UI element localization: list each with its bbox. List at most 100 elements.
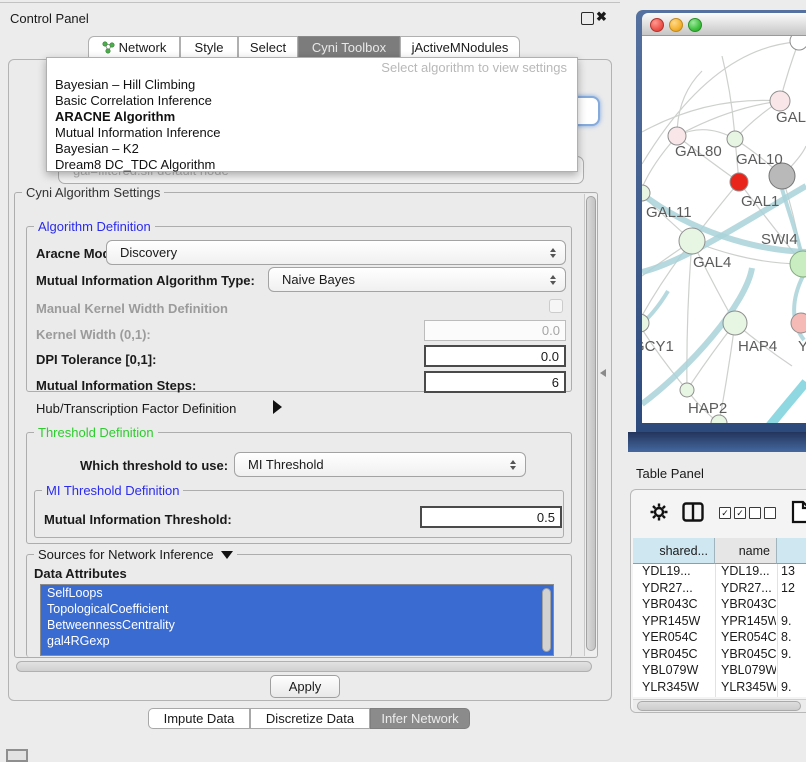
mi-type-label: Mutual Information Algorithm Type:	[36, 273, 255, 288]
tab-select[interactable]: Select	[238, 36, 298, 59]
column-header-label: shared...	[659, 544, 708, 558]
minimize-window-icon[interactable]	[669, 18, 683, 32]
tab-network[interactable]: Network	[88, 36, 180, 59]
tab-impute-data[interactable]: Impute Data	[148, 708, 250, 729]
tab-discretize-data[interactable]: Discretize Data	[250, 708, 370, 729]
attribute-item[interactable]: BetweennessCentrality	[41, 617, 553, 633]
dropdown-item[interactable]: Basic Correlation Inference	[47, 93, 577, 109]
node-hap2[interactable]	[680, 383, 694, 397]
expand-right-icon[interactable]	[273, 400, 282, 414]
dropdown-placeholder: Select algorithm to view settings	[47, 58, 577, 77]
node-hap4[interactable]	[723, 311, 747, 335]
docked-panel-icon[interactable]	[6, 749, 28, 762]
column-header-name[interactable]: name	[715, 538, 777, 564]
table-row[interactable]: YDL19... YDL19... 13	[633, 564, 806, 581]
node-salmon[interactable]	[791, 313, 806, 333]
node-right-green[interactable]	[790, 251, 806, 277]
mi-type-combobox[interactable]: Naive Bayes	[268, 267, 566, 292]
svg-text:GAL11: GAL11	[646, 204, 692, 221]
close-panel-icon[interactable]: ✖	[596, 9, 607, 25]
dropdown-item[interactable]: Bayesian – K2	[47, 141, 577, 157]
tab-label: Cyni Toolbox	[312, 40, 386, 55]
network-edge-bright	[768, 382, 806, 423]
table-row[interactable]: YER054C YER054C 8.	[633, 630, 806, 647]
select-all-checkboxes-icon[interactable]: ✓✓	[719, 507, 746, 519]
tab-label: Discretize Data	[266, 711, 354, 726]
node-gal-topright[interactable]	[770, 91, 790, 111]
table-hscrollbar[interactable]	[633, 699, 806, 712]
new-sheet-icon[interactable]	[791, 500, 806, 529]
manual-kernel-checkbox[interactable]	[549, 299, 563, 313]
sources-group-title[interactable]: Sources for Network Inference	[34, 547, 237, 562]
table-row[interactable]: YBR045C YBR045C 9.	[633, 647, 806, 664]
settings-scrollbar[interactable]	[584, 194, 597, 656]
network-window-titlebar[interactable]	[642, 13, 806, 36]
mi-steps-input[interactable]: 6	[424, 371, 566, 393]
dropdown-item[interactable]: Mutual Information Inference	[47, 125, 577, 141]
dropdown-item[interactable]: Dream8 DC_TDC Algorithm	[47, 157, 577, 173]
data-attributes-list[interactable]: SelfLoops TopologicalCoefficient Between…	[40, 584, 554, 656]
svg-text:GCY1: GCY1	[642, 338, 674, 355]
table-settings-gear-icon[interactable]	[649, 502, 669, 527]
node-gal1-selected[interactable]	[730, 173, 748, 191]
settings-hscrollbar[interactable]	[16, 661, 592, 672]
column-header-partial[interactable]	[777, 538, 806, 564]
svg-text:HAP4: HAP4	[738, 338, 777, 355]
settings-scrollbar-thumb[interactable]	[586, 196, 596, 651]
stepper-arrows-icon	[550, 275, 556, 285]
apply-button-label: Apply	[289, 679, 322, 694]
table-row[interactable]: YDR27... YDR27... 12	[633, 581, 806, 598]
mi-threshold-input[interactable]: 0.5	[420, 506, 562, 528]
table-row[interactable]: YLR345W YLR345W 9.	[633, 680, 806, 697]
table-rows: YDL19... YDL19... 13 YDR27... YDR27... 1…	[633, 564, 806, 697]
dpi-tolerance-input[interactable]: 0.0	[424, 345, 566, 367]
zoom-window-icon[interactable]	[688, 18, 702, 32]
node-gal10[interactable]	[727, 131, 743, 147]
table-row[interactable]: YBL079W YBL079W	[633, 663, 806, 680]
svg-text:GAL4: GAL4	[693, 254, 731, 271]
aracne-mode-combobox[interactable]: Discovery	[106, 240, 566, 265]
kernel-width-label: Kernel Width (0,1):	[36, 327, 151, 342]
node-gal4[interactable]	[679, 228, 705, 254]
algorithm-dropdown-popup: Select algorithm to view settings Bayesi…	[46, 57, 578, 172]
kernel-width-input[interactable]: 0.0	[424, 320, 566, 341]
table-row[interactable]: YPR145W YPR145W 9.	[633, 614, 806, 631]
apply-button[interactable]: Apply	[270, 675, 340, 698]
table-row[interactable]: YBR043C YBR043C	[633, 597, 806, 614]
close-window-icon[interactable]	[650, 18, 664, 32]
mi-threshold-label: Mutual Information Threshold:	[44, 512, 232, 527]
svg-text:GAL10: GAL10	[736, 151, 783, 168]
settings-hscrollbar-thumb[interactable]	[16, 661, 592, 672]
attribute-item[interactable]: SelfLoops	[41, 585, 553, 601]
tab-cyni-toolbox[interactable]: Cyni Toolbox	[298, 36, 400, 59]
node-partial-top[interactable]	[790, 36, 806, 50]
dpi-tolerance-value: 0.0	[541, 349, 559, 364]
network-tab-icon	[102, 41, 115, 54]
network-canvas[interactable]: GAL GAL80 GAL10 GAL1 GAL11 GAL4 SWI4 GCY…	[642, 36, 806, 423]
collapse-down-icon[interactable]	[221, 551, 233, 559]
splitter-collapse-icon[interactable]	[600, 369, 606, 377]
stepper-arrows-icon	[510, 460, 516, 470]
table-row[interactable]: YIL052C YIL052C 9	[633, 696, 806, 697]
settings-group-title: Cyni Algorithm Settings	[22, 185, 164, 200]
which-threshold-combobox[interactable]: MI Threshold	[234, 452, 526, 477]
network-view-window[interactable]: GAL GAL80 GAL10 GAL1 GAL11 GAL4 SWI4 GCY…	[636, 10, 806, 432]
tab-style[interactable]: Style	[180, 36, 238, 59]
desktop-backdrop	[628, 432, 806, 452]
table-hscrollbar-thumb[interactable]	[637, 701, 801, 711]
deselect-all-checkboxes-icon[interactable]	[749, 507, 776, 519]
tab-jactivemnodules[interactable]: jActiveMNodules	[400, 36, 520, 59]
which-threshold-label: Which threshold to use:	[80, 458, 228, 473]
float-panel-icon[interactable]	[581, 12, 594, 25]
attribute-item[interactable]: gal4RGexp	[41, 633, 553, 649]
attribute-item[interactable]: TopologicalCoefficient	[41, 601, 553, 617]
attributes-scrollbar-thumb[interactable]	[542, 588, 551, 652]
dropdown-item-highlighted[interactable]: ARACNE Algorithm	[47, 109, 577, 125]
column-view-icon[interactable]	[682, 502, 704, 527]
column-header-shared-name[interactable]: shared...	[633, 538, 715, 564]
dropdown-item[interactable]: Bayesian – Hill Climbing	[47, 77, 577, 93]
table-panel-title: Table Panel	[636, 466, 704, 481]
panel-title: Control Panel	[10, 11, 89, 26]
hub-definition-label[interactable]: Hub/Transcription Factor Definition	[36, 401, 236, 416]
tab-infer-network[interactable]: Infer Network	[370, 708, 470, 729]
